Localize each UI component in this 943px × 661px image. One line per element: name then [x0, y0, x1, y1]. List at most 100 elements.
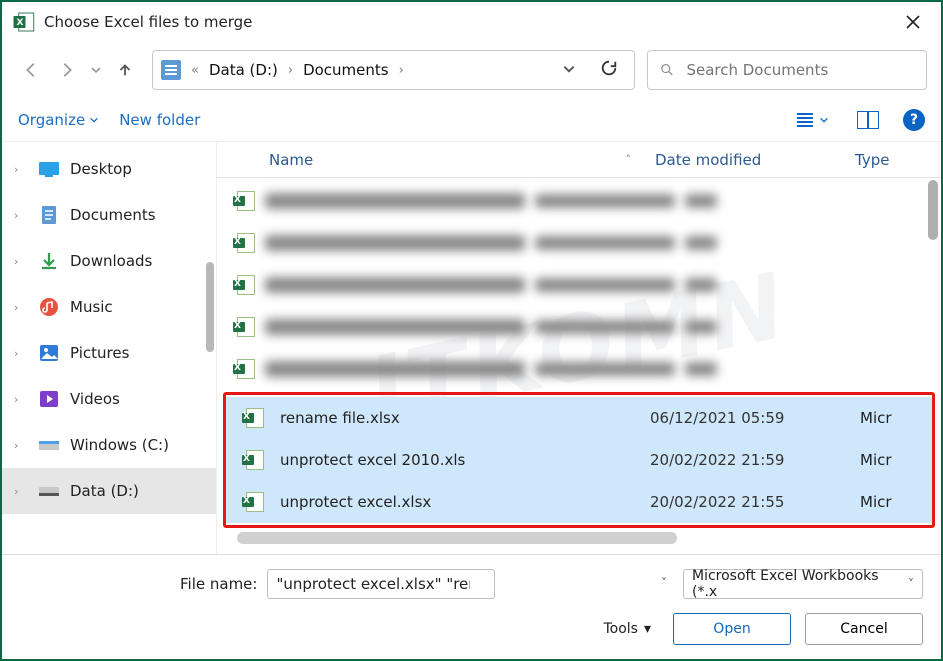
excel-file-icon [237, 359, 255, 379]
back-button[interactable] [16, 55, 46, 85]
file-name: unprotect excel.xlsx [274, 493, 640, 511]
breadcrumb-seg-1[interactable]: Documents [303, 61, 389, 79]
horizontal-scrollbar[interactable] [237, 532, 677, 544]
organize-label: Organize [18, 111, 85, 129]
file-row-blurred[interactable] [217, 264, 941, 306]
chevron-down-icon [89, 115, 99, 125]
sidebar-item-documents[interactable]: › Documents [2, 192, 216, 238]
chevron-down-icon: ˅ [908, 577, 914, 591]
chevron-right-icon: › [14, 163, 28, 176]
address-bar[interactable]: « Data (D:) › Documents › [152, 50, 635, 90]
filename-input[interactable] [267, 569, 495, 599]
search-icon [660, 62, 674, 78]
cancel-button[interactable]: Cancel [805, 613, 923, 645]
search-input[interactable] [684, 60, 914, 80]
chevron-right-icon: › [286, 63, 295, 78]
sidebar-item-windows-c[interactable]: › Windows (C:) [2, 422, 216, 468]
column-type[interactable]: Type [855, 151, 915, 169]
dialog-body: › Desktop › Documents › Downloads [2, 142, 941, 554]
filename-row: File name: ˅ Microsoft Excel Workbooks (… [20, 569, 923, 599]
file-date: 20/02/2022 21:59 [650, 451, 850, 469]
excel-file-icon [237, 233, 255, 253]
organize-menu[interactable]: Organize [18, 111, 99, 129]
history-dropdown[interactable] [88, 55, 104, 85]
close-icon [906, 15, 920, 29]
file-name: rename file.xlsx [274, 409, 640, 427]
sidebar-item-downloads[interactable]: › Downloads [2, 238, 216, 284]
chevron-right-icon: › [14, 209, 28, 222]
drive-c-icon [38, 434, 60, 456]
file-date: 06/12/2021 05:59 [650, 409, 850, 427]
excel-file-icon [237, 317, 255, 337]
toolbar: « Data (D:) › Documents › [2, 42, 941, 98]
excel-file-icon [237, 275, 255, 295]
refresh-button[interactable] [592, 55, 626, 85]
forward-button[interactable] [52, 55, 82, 85]
sidebar-item-music[interactable]: › Music [2, 284, 216, 330]
search-box[interactable] [647, 50, 927, 90]
column-headers: Name ˄ Date modified Type [217, 142, 941, 178]
sidebar-scrollbar[interactable] [206, 262, 214, 352]
open-button[interactable]: Open [673, 613, 791, 645]
file-pane-scrollbar[interactable] [928, 180, 938, 240]
new-folder-button[interactable]: New folder [119, 111, 200, 129]
breadcrumb-seg-0[interactable]: Data (D:) [209, 61, 278, 79]
chevron-right-icon: › [14, 347, 28, 360]
sidebar-item-label: Music [70, 298, 113, 316]
up-button[interactable] [110, 55, 140, 85]
view-menu[interactable] [791, 108, 833, 132]
file-row-blurred[interactable] [217, 306, 941, 348]
close-button[interactable] [895, 4, 931, 40]
documents-icon [38, 204, 60, 226]
file-row[interactable]: unprotect excel 2010.xls 20/02/2022 21:5… [226, 439, 932, 481]
file-type-filter[interactable]: Microsoft Excel Workbooks (*.x ˅ [683, 569, 923, 599]
preview-pane-button[interactable] [853, 107, 883, 133]
address-dropdown[interactable] [554, 57, 584, 84]
sidebar-item-pictures[interactable]: › Pictures [2, 330, 216, 376]
file-pane: ITKOMN Name ˄ Date modified Type ren [217, 142, 941, 554]
file-name: unprotect excel 2010.xls [274, 451, 640, 469]
sidebar-item-label: Desktop [70, 160, 132, 178]
sidebar-item-videos[interactable]: › Videos [2, 376, 216, 422]
svg-text:X: X [17, 18, 24, 28]
chevron-right-icon: › [397, 63, 406, 78]
excel-file-icon [246, 408, 264, 428]
title-bar: X Choose Excel files to merge [2, 2, 941, 42]
filter-label: Microsoft Excel Workbooks (*.x [692, 568, 902, 600]
videos-icon [38, 388, 60, 410]
excel-file-icon [246, 450, 264, 470]
file-list[interactable]: rename file.xlsx 06/12/2021 05:59 Micr u… [217, 178, 941, 554]
nav-group [16, 55, 140, 85]
excel-file-icon [246, 492, 264, 512]
file-row[interactable]: rename file.xlsx 06/12/2021 05:59 Micr [226, 397, 932, 439]
breadcrumb-lead: « [189, 63, 201, 78]
sidebar-item-label: Documents [70, 206, 156, 224]
file-row-blurred[interactable] [217, 348, 941, 390]
list-view-icon [795, 112, 815, 128]
sidebar-item-data-d[interactable]: › Data (D:) [2, 468, 216, 514]
sidebar-item-label: Videos [70, 390, 120, 408]
excel-file-icon [237, 191, 255, 211]
chevron-right-icon: › [14, 301, 28, 314]
desktop-icon [38, 158, 60, 180]
file-row-blurred[interactable] [217, 222, 941, 264]
excel-app-icon: X [12, 10, 36, 34]
filename-dropdown[interactable]: ˅ [661, 576, 667, 590]
file-type: Micr [860, 493, 912, 511]
music-icon [38, 296, 60, 318]
file-dialog: X Choose Excel files to merge [0, 0, 943, 661]
help-button[interactable]: ? [903, 109, 925, 131]
file-row[interactable]: unprotect excel.xlsx 20/02/2022 21:55 Mi… [226, 481, 932, 523]
column-name[interactable]: Name [243, 151, 626, 169]
file-row-blurred[interactable] [217, 180, 941, 222]
file-date: 20/02/2022 21:55 [650, 493, 850, 511]
file-type: Micr [860, 451, 912, 469]
sidebar-item-desktop[interactable]: › Desktop [2, 146, 216, 192]
sidebar-item-label: Windows (C:) [70, 436, 169, 454]
chevron-down-icon: ▾ [644, 621, 651, 637]
column-date[interactable]: Date modified [655, 151, 855, 169]
tools-label: Tools [603, 621, 638, 637]
tools-menu[interactable]: Tools ▾ [603, 621, 651, 637]
sidebar-item-label: Downloads [70, 252, 152, 270]
drive-d-icon [38, 480, 60, 502]
